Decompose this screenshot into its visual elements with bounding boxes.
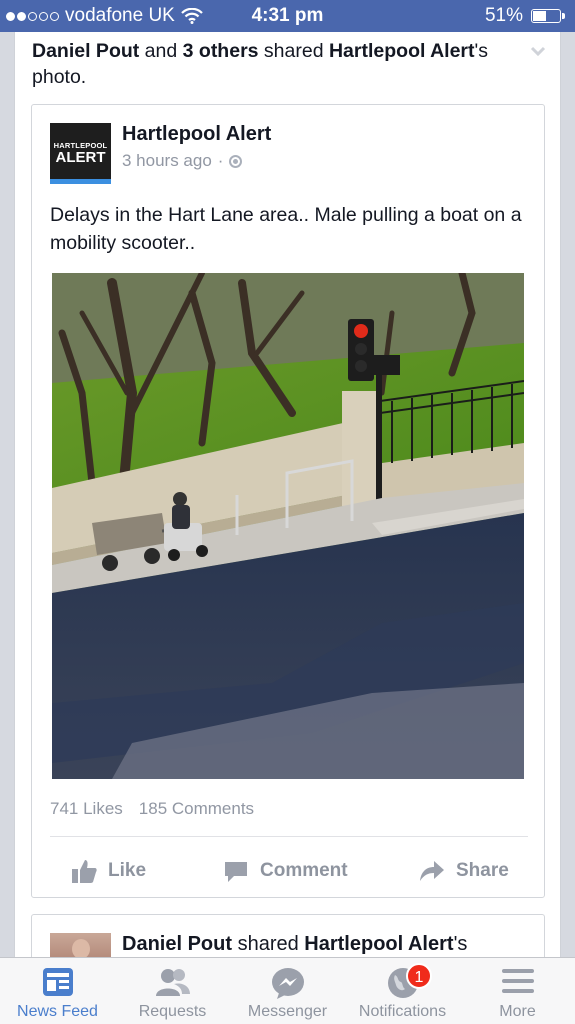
thumbs-up-icon xyxy=(72,860,97,883)
logo-line2: ALERT xyxy=(55,149,106,166)
battery-fill xyxy=(533,11,546,21)
tab-notifications[interactable]: 1 Notifications xyxy=(345,958,460,1024)
comment-icon xyxy=(225,862,247,882)
post-photo[interactable] xyxy=(52,273,524,779)
notification-badge: 1 xyxy=(406,963,432,989)
status-right: 51% xyxy=(484,5,565,27)
like-label: Like xyxy=(108,860,147,881)
bottom-tab-bar: News Feed Requests Messenger 1 Notificat… xyxy=(0,957,575,1024)
friend-requests-icon xyxy=(155,969,190,996)
story-page-link[interactable]: Hartlepool Alert xyxy=(329,40,475,62)
tab-requests[interactable]: Requests xyxy=(115,958,230,1024)
battery-icon xyxy=(531,9,565,23)
messenger-icon xyxy=(271,968,304,999)
post-meta: 3 hours ago · xyxy=(122,151,243,171)
battery-percent: 51% xyxy=(484,5,523,26)
share-label: Share xyxy=(456,860,509,881)
comments-count-link[interactable]: 185 Comments xyxy=(139,799,254,819)
next-page-link[interactable]: Hartlepool Alert xyxy=(304,933,453,955)
meta-separator: · xyxy=(217,151,224,170)
story-actor-link[interactable]: Daniel Pout xyxy=(32,40,139,62)
story-and-text: and xyxy=(139,40,183,62)
tab-news-feed[interactable]: News Feed xyxy=(0,958,115,1024)
share-arrow-icon xyxy=(420,861,444,881)
like-button[interactable]: Like xyxy=(70,857,146,885)
post-text: Delays in the Hart Lane area.. Male pull… xyxy=(50,204,522,254)
post-actions: Like Comment Share xyxy=(32,845,544,889)
story-header: Daniel Pout and 3 others shared Hartlepo… xyxy=(32,38,502,90)
tab-label: Requests xyxy=(138,1003,207,1020)
menu-icon xyxy=(501,969,534,993)
comment-label: Comment xyxy=(260,860,348,881)
photo-scene xyxy=(52,273,524,779)
post-time[interactable]: 3 hours ago xyxy=(122,151,212,171)
feed-story: Daniel Pout and 3 others shared Hartlepo… xyxy=(14,32,561,984)
share-button[interactable]: Share xyxy=(418,857,509,885)
status-bar: vodafone UK 4:31 pm 51% xyxy=(0,0,575,32)
chevron-down-icon[interactable] xyxy=(530,44,546,60)
tab-messenger[interactable]: Messenger xyxy=(230,958,345,1024)
news-feed-icon xyxy=(42,968,73,996)
globe-icon xyxy=(229,154,243,168)
next-suffix: 's xyxy=(453,933,468,955)
page-name-link[interactable]: Hartlepool Alert xyxy=(122,123,271,146)
likes-count-link[interactable]: 741 Likes xyxy=(50,799,123,819)
tab-label: Messenger xyxy=(247,1003,328,1020)
next-actor-link[interactable]: Daniel Pout xyxy=(122,933,232,955)
next-story-header: Daniel Pout shared Hartlepool Alert's xyxy=(122,933,467,956)
tab-more[interactable]: More xyxy=(460,958,575,1024)
tab-label: News Feed xyxy=(17,1003,98,1020)
page-logo[interactable]: HARTLEPOOL ALERT xyxy=(50,123,111,184)
tab-label: Notifications xyxy=(358,1003,447,1020)
post-stats: 741 Likes 185 Comments xyxy=(50,799,254,819)
shared-post-card: HARTLEPOOL ALERT Hartlepool Alert 3 hour… xyxy=(31,104,545,898)
comment-button[interactable]: Comment xyxy=(222,857,348,885)
next-shared-text: shared xyxy=(232,933,305,955)
tab-label: More xyxy=(499,1003,536,1020)
story-others-link[interactable]: 3 others xyxy=(183,40,259,62)
story-shared-text: shared xyxy=(258,40,329,62)
divider xyxy=(50,836,528,837)
